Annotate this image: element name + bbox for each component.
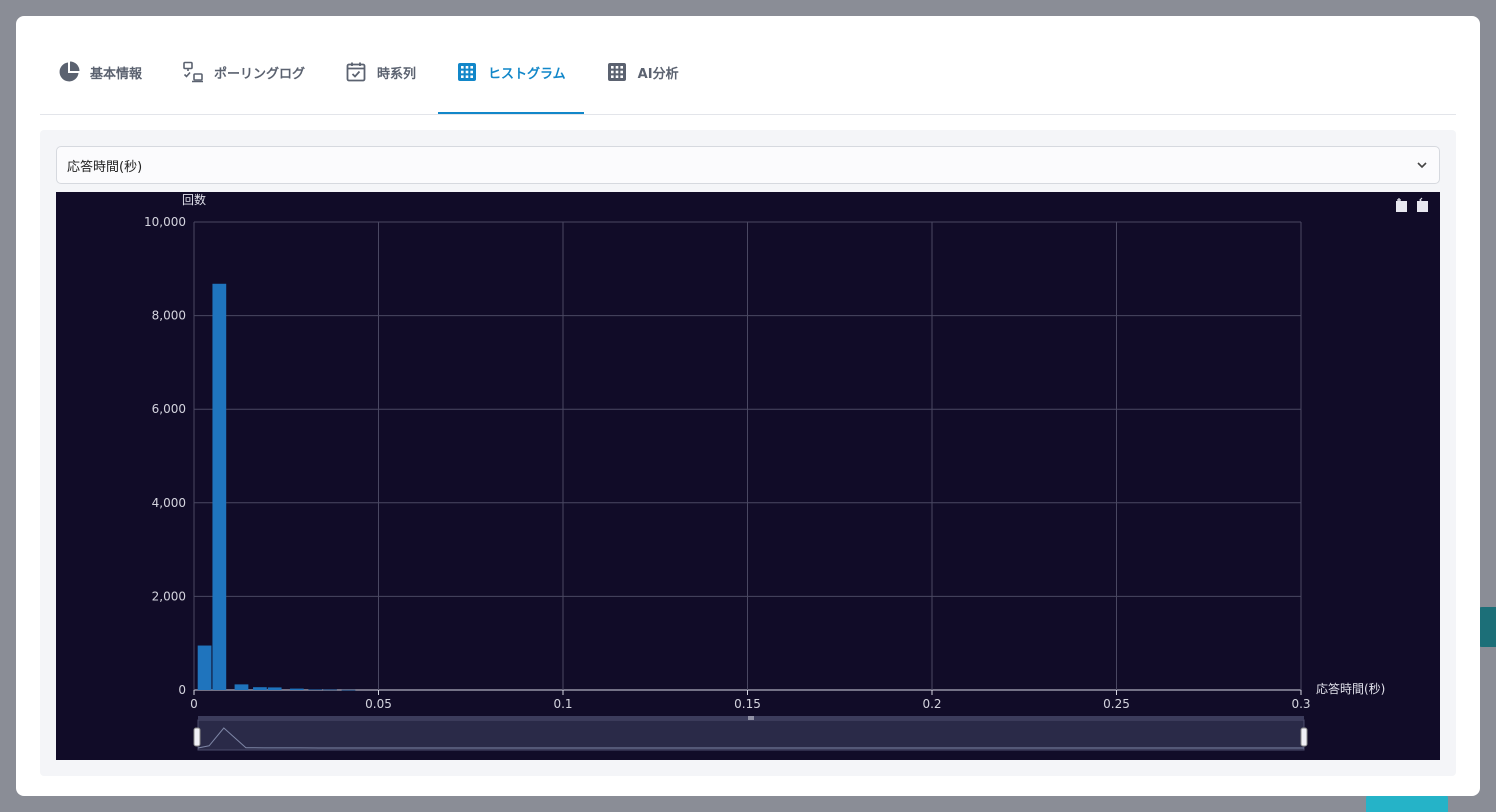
histogram-chart: 0 2,000 4,000 6,000 8,000 10,000 0 0.05 0.1 0.15 0…: [56, 192, 1440, 760]
histogram-bar[interactable]: [197, 645, 212, 690]
x-axis-label: 応答時間(秒): [1316, 681, 1385, 696]
y-tick-label: 0: [178, 683, 186, 697]
x-tick-label: 0: [190, 697, 198, 711]
tab-label: AI分析: [637, 66, 679, 82]
tab-label: 時系列: [377, 66, 417, 82]
chevron-down-icon: [1415, 158, 1429, 172]
chart-grid: [193, 221, 1302, 695]
calendar-check-icon: [345, 61, 367, 83]
y-tick-label: 10,000: [144, 215, 186, 229]
network-icon: [182, 61, 204, 83]
tab-ai-analysis[interactable]: AI分析: [588, 32, 697, 114]
histogram-bar[interactable]: [267, 687, 282, 690]
tab-label: 基本情報: [90, 66, 143, 82]
y-tick-label: 6,000: [152, 402, 186, 416]
metric-select[interactable]: 応答時間(秒): [56, 146, 1440, 184]
histogram-bar[interactable]: [341, 689, 356, 691]
y-tick-label: 2,000: [152, 589, 186, 603]
tab-time-series[interactable]: 時系列: [327, 32, 434, 114]
histogram-bar[interactable]: [212, 283, 227, 690]
histogram-panel: 応答時間(秒) 0 2,000 4,000 6,000 8,000 10,000 0 0.05…: [40, 130, 1456, 776]
grid-icon: [456, 61, 478, 83]
tab-polling-log[interactable]: ポーリングログ: [164, 32, 323, 114]
data-zoom-handle-left[interactable]: [193, 727, 201, 747]
chart-canvas: 0 2,000 4,000 6,000 8,000 10,000 0 0.05 0.1 0.15 0…: [144, 192, 1428, 751]
data-zoom-track[interactable]: [197, 719, 1305, 751]
x-tick-label: 0.1: [553, 697, 572, 711]
x-tick-label: 0.2: [922, 697, 941, 711]
histogram-bar[interactable]: [323, 689, 337, 691]
tab-label: ヒストグラム: [488, 66, 566, 82]
histogram-bar[interactable]: [289, 688, 304, 690]
pie-chart-icon: [58, 61, 80, 83]
modal-dialog: 基本情報 ポーリングログ 時系列 ヒストグラム AI分析 応答時間(秒) 0 2…: [16, 16, 1480, 796]
tab-bar: 基本情報 ポーリングログ 時系列 ヒストグラム AI分析: [40, 16, 1456, 115]
tab-basic-info[interactable]: 基本情報: [40, 32, 160, 114]
zoom-in-icon[interactable]: [1396, 198, 1407, 212]
zoom-reset-icon[interactable]: [1417, 197, 1428, 212]
tab-label: ポーリングログ: [214, 66, 306, 82]
x-tick-label: 0.3: [1291, 697, 1310, 711]
data-zoom-handle-right[interactable]: [1300, 727, 1308, 747]
chart-ticks: 0 2,000 4,000 6,000 8,000 10,000 0 0.05 0.1 0.15 0…: [144, 215, 1311, 711]
tab-histogram[interactable]: ヒストグラム: [438, 32, 584, 114]
histogram-bar[interactable]: [234, 684, 249, 690]
x-tick-label: 0.25: [1103, 697, 1130, 711]
grid-icon: [606, 61, 628, 83]
x-tick-label: 0.05: [365, 697, 392, 711]
metric-select-value: 応答時間(秒): [67, 159, 143, 175]
y-tick-label: 8,000: [152, 309, 186, 323]
chart-bars: [197, 283, 356, 691]
x-tick-label: 0.15: [734, 697, 761, 711]
histogram-bar[interactable]: [253, 687, 267, 690]
histogram-bar[interactable]: [308, 689, 323, 691]
data-zoom-slider[interactable]: [193, 716, 1308, 751]
y-tick-label: 4,000: [152, 496, 186, 510]
y-axis-label: 回数: [182, 192, 206, 207]
